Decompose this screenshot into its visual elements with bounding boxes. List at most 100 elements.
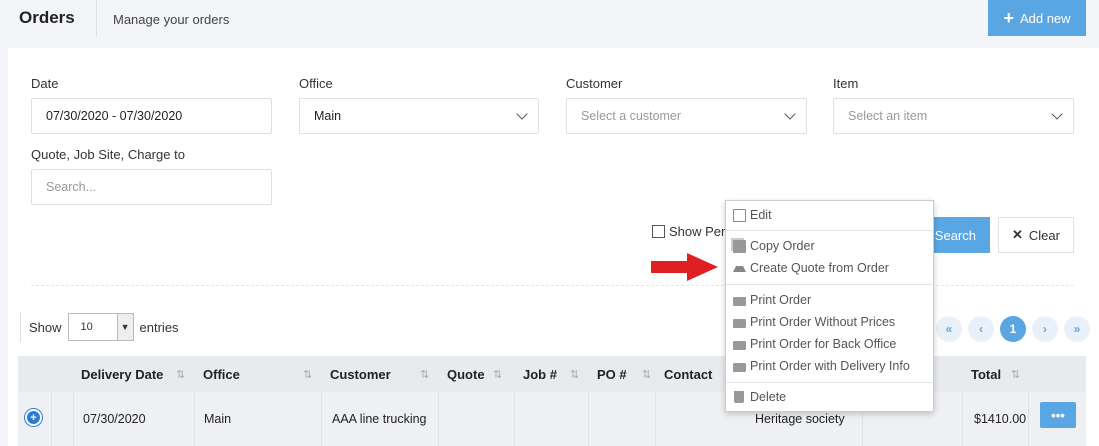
print-icon bbox=[733, 318, 746, 328]
entries-value: 10 bbox=[80, 321, 93, 333]
cell-office: Main bbox=[204, 412, 232, 426]
sort-icon: ⇅ bbox=[176, 368, 186, 381]
print-icon bbox=[733, 362, 746, 372]
entries-label: entries bbox=[139, 319, 179, 335]
menu-divider bbox=[726, 230, 933, 231]
col-customer[interactable]: Customer ⇅ bbox=[330, 356, 429, 392]
col-po[interactable]: PO # ⇅ bbox=[597, 356, 651, 392]
customer-placeholder: Select a customer bbox=[581, 109, 682, 123]
sort-icon: ⇅ bbox=[642, 368, 652, 381]
expand-row-icon[interactable]: + bbox=[25, 409, 42, 426]
menu-item-delete[interactable]: Delete bbox=[733, 388, 786, 406]
date-range-input[interactable]: 07/30/2020 - 07/30/2020 bbox=[31, 98, 272, 134]
show-label: Show bbox=[29, 319, 62, 335]
menu-item-label: Edit bbox=[750, 208, 772, 222]
menu-item-label: Print Order bbox=[750, 293, 812, 307]
menu-item-print-without-prices[interactable]: Print Order Without Prices bbox=[733, 313, 895, 331]
col-header-label: Job # bbox=[523, 366, 557, 382]
column-separator bbox=[962, 392, 963, 446]
row-actions-button[interactable]: ••• bbox=[1040, 402, 1076, 428]
column-separator bbox=[321, 392, 322, 446]
prev-page-button[interactable]: ‹ bbox=[968, 316, 994, 342]
menu-item-create-quote[interactable]: Create Quote from Order bbox=[733, 259, 889, 277]
last-page-button[interactable]: » bbox=[1064, 316, 1090, 342]
menu-item-print-delivery-info[interactable]: Print Order with Delivery Info bbox=[733, 357, 910, 375]
page-button[interactable]: 1 bbox=[1000, 316, 1026, 342]
copy-icon bbox=[733, 239, 746, 253]
add-new-label: Add new bbox=[1019, 10, 1071, 26]
close-icon: ✕ bbox=[1012, 227, 1023, 242]
chevron-down-icon bbox=[784, 108, 796, 120]
col-contact[interactable]: Contact bbox=[664, 356, 712, 392]
col-header-label: Delivery Date bbox=[81, 366, 164, 382]
menu-item-copy-order[interactable]: Copy Order bbox=[733, 237, 815, 255]
entries-select[interactable]: 10 ▼ bbox=[67, 313, 134, 341]
menu-item-label: Copy Order bbox=[750, 239, 815, 253]
page-subtitle: Manage your orders bbox=[113, 12, 230, 27]
office-select[interactable]: Main bbox=[299, 98, 539, 134]
col-header-label: Office bbox=[203, 366, 240, 382]
row-context-menu: Edit Copy Order Create Quote from Order … bbox=[725, 200, 934, 412]
col-job[interactable]: Job # ⇅ bbox=[523, 356, 579, 392]
page-title: Orders bbox=[19, 8, 75, 27]
cart-icon bbox=[733, 264, 746, 272]
next-page-button[interactable]: › bbox=[1032, 316, 1058, 342]
top-bar: Orders Manage your orders + Add new bbox=[0, 0, 1099, 46]
red-arrow-annotation bbox=[651, 253, 718, 281]
show-pending-checkbox-row[interactable]: Show Pen bbox=[652, 224, 728, 239]
col-delivery-date[interactable]: Delivery Date ⇅ bbox=[81, 356, 185, 392]
menu-item-label: Print Order for Back Office bbox=[750, 337, 897, 351]
item-select[interactable]: Select an item bbox=[833, 98, 1074, 134]
clear-button[interactable]: ✕ Clear bbox=[998, 217, 1074, 253]
column-separator bbox=[438, 392, 439, 446]
col-quote[interactable]: Quote ⇅ bbox=[447, 356, 502, 392]
add-new-button[interactable]: + Add new bbox=[988, 0, 1086, 36]
menu-item-label: Delete bbox=[750, 390, 787, 404]
print-icon bbox=[733, 296, 746, 306]
menu-divider bbox=[726, 284, 933, 285]
entries-control: Show 10 ▼ entries bbox=[20, 312, 179, 342]
menu-item-label: Create Quote from Order bbox=[750, 261, 889, 275]
cell-total: $1410.00 bbox=[974, 412, 1027, 426]
col-header-label: Customer bbox=[330, 366, 391, 382]
col-total[interactable]: Total ⇅ bbox=[971, 356, 1020, 392]
column-separator bbox=[1028, 392, 1029, 446]
menu-item-print-back-office[interactable]: Print Order for Back Office bbox=[733, 335, 896, 353]
quote-search-input[interactable]: Search... bbox=[31, 169, 272, 205]
item-placeholder: Select an item bbox=[848, 109, 928, 123]
chevron-down-icon: ▼ bbox=[116, 314, 133, 340]
customer-label: Customer bbox=[566, 76, 623, 91]
item-label: Item bbox=[833, 76, 859, 91]
plus-icon: + bbox=[1003, 8, 1014, 28]
col-office[interactable]: Office ⇅ bbox=[203, 356, 312, 392]
menu-item-edit[interactable]: Edit bbox=[733, 206, 772, 224]
show-pending-checkbox[interactable] bbox=[652, 225, 665, 238]
column-separator bbox=[514, 392, 515, 446]
quote-label: Quote, Job Site, Charge to bbox=[31, 147, 185, 162]
column-separator bbox=[51, 392, 52, 446]
sort-icon: ⇅ bbox=[303, 368, 313, 381]
column-separator bbox=[73, 392, 74, 446]
column-separator bbox=[588, 392, 589, 446]
menu-divider bbox=[726, 382, 933, 383]
office-value: Main bbox=[314, 109, 342, 123]
col-header-label: Total bbox=[971, 366, 1002, 382]
office-label: Office bbox=[299, 76, 333, 91]
chevron-down-icon bbox=[1051, 108, 1063, 120]
first-page-button[interactable]: « bbox=[936, 316, 962, 342]
header-divider bbox=[96, 0, 97, 36]
menu-item-print-order[interactable]: Print Order bbox=[733, 291, 811, 309]
print-icon bbox=[733, 340, 746, 350]
sort-icon: ⇅ bbox=[493, 368, 503, 381]
edit-icon bbox=[733, 208, 746, 222]
pagination: « ‹ 1 › » bbox=[936, 316, 1090, 342]
customer-select[interactable]: Select a customer bbox=[566, 98, 807, 134]
column-separator bbox=[194, 392, 195, 446]
chevron-down-icon bbox=[516, 108, 528, 120]
clear-label: Clear bbox=[1028, 227, 1060, 243]
date-label: Date bbox=[31, 76, 59, 91]
sort-icon: ⇅ bbox=[420, 368, 430, 381]
sort-icon: ⇅ bbox=[570, 368, 580, 381]
col-header-label: PO # bbox=[597, 366, 627, 382]
column-separator bbox=[655, 392, 656, 446]
